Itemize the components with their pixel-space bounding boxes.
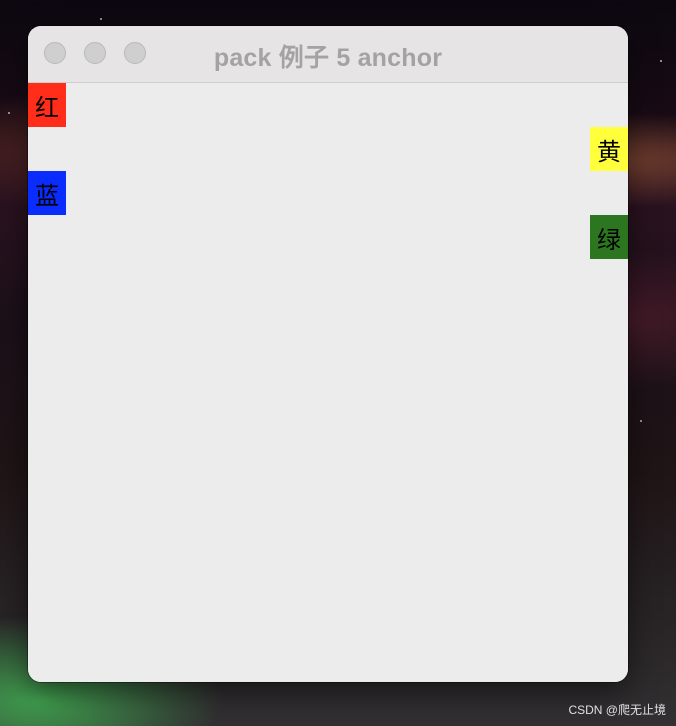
title-bar[interactable]: pack 例子 5 anchor	[28, 26, 628, 83]
star-decoration	[640, 420, 642, 422]
green-label: 绿	[590, 215, 628, 259]
desktop-background: pack 例子 5 anchor 红 黄 蓝 绿 CSDN @爬无止境	[0, 0, 676, 726]
window-title: pack 例子 5 anchor	[213, 44, 443, 72]
star-decoration	[8, 112, 10, 114]
star-decoration	[100, 18, 102, 20]
star-decoration	[660, 60, 662, 62]
window-content: 红 黄 蓝 绿	[28, 83, 628, 682]
yellow-label: 黄	[590, 127, 628, 171]
app-window: pack 例子 5 anchor 红 黄 蓝 绿	[28, 26, 628, 682]
red-label: 红	[28, 83, 66, 127]
blue-label: 蓝	[28, 171, 66, 215]
watermark: CSDN @爬无止境	[568, 703, 666, 717]
